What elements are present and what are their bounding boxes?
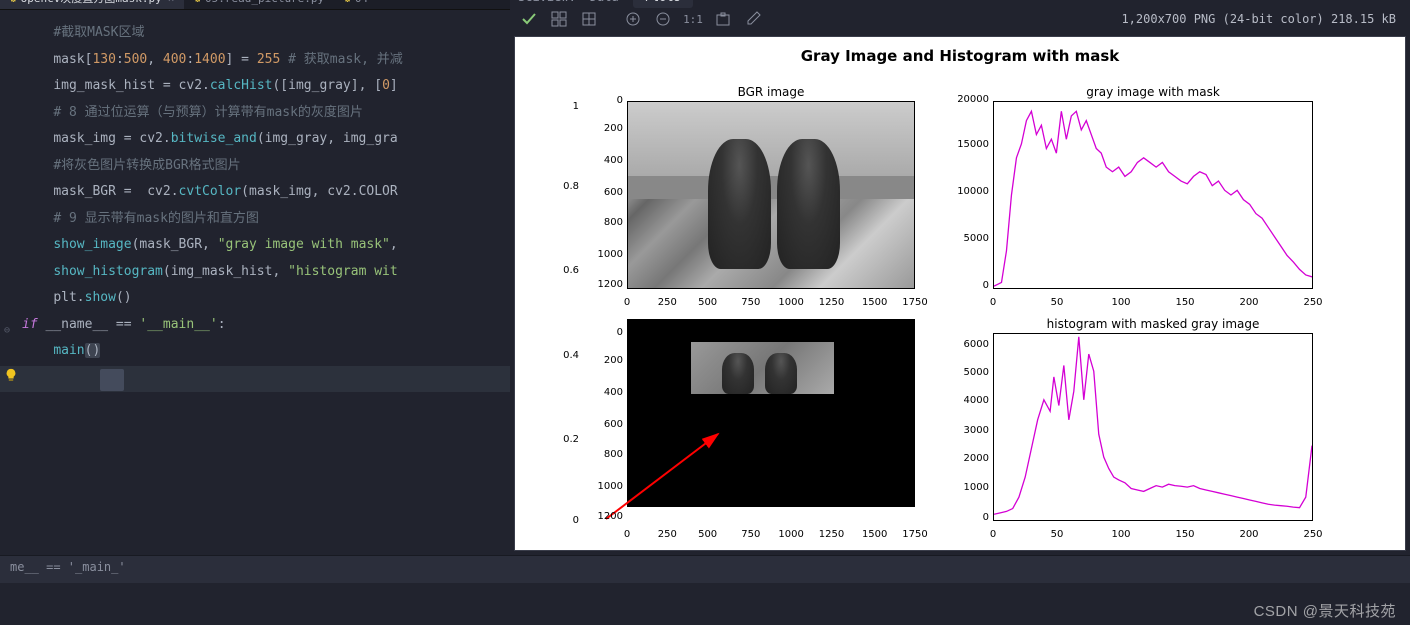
plot-canvas[interactable]: Gray Image and Histogram with mask 0 0.2… xyxy=(514,36,1406,551)
export-icon[interactable] xyxy=(712,8,734,30)
sciview-pane: SciView: Data Plots 1:1 1,200x700 PNG (2… xyxy=(510,0,1410,555)
fold-icon[interactable]: ⊖ xyxy=(4,318,10,345)
zoom-out-icon[interactable] xyxy=(652,8,674,30)
figure-title: Gray Image and Histogram with mask xyxy=(515,37,1405,65)
image-metadata: 1,200x700 PNG (24-bit color) 218.15 kB xyxy=(1121,12,1402,26)
apply-icon[interactable] xyxy=(518,8,540,30)
tab-file-0[interactable]: ⚙opencv灰度直方图mask.py× xyxy=(0,0,184,10)
python-icon: ⚙ xyxy=(10,0,17,10)
lightbulb-icon[interactable] xyxy=(4,368,18,382)
editor-tabs: ⚙opencv灰度直方图mask.py× ⚙05.read_picture.py… xyxy=(0,0,510,10)
subplot-title-3: histogram with masked gray image xyxy=(993,317,1313,331)
close-icon[interactable]: × xyxy=(168,0,175,10)
tab-file-2[interactable]: ⚙04 xyxy=(334,0,378,10)
editor-pane: ⚙opencv灰度直方图mask.py× ⚙05.read_picture.py… xyxy=(0,0,510,555)
tab-file-1[interactable]: ⚙05.read_picture.py xyxy=(184,0,334,10)
zoom-in-icon[interactable] xyxy=(622,8,644,30)
code-editor[interactable]: ⊖ #截取MASK区域 mask[130:500, 400:1400] = 25… xyxy=(0,10,510,365)
grid-icon[interactable] xyxy=(578,8,600,30)
plot-toolbar: 1:1 1,200x700 PNG (24-bit color) 218.15 … xyxy=(510,2,1410,36)
subplot-title-1: gray image with mask xyxy=(993,85,1313,99)
breadcrumb: me__ == '_main_' xyxy=(0,555,1410,583)
eyedropper-icon[interactable] xyxy=(742,8,764,30)
subplot-title-0: BGR image xyxy=(627,85,915,99)
fit-icon[interactable] xyxy=(548,8,570,30)
zoom-actual-icon[interactable]: 1:1 xyxy=(682,8,704,30)
watermark: CSDN @景天科技苑 xyxy=(1254,600,1396,621)
histogram-1 xyxy=(994,102,1312,288)
masked-image xyxy=(628,320,914,506)
python-icon: ⚙ xyxy=(344,0,351,10)
python-icon: ⚙ xyxy=(194,0,201,10)
bgr-image xyxy=(628,102,914,288)
histogram-2 xyxy=(994,334,1312,520)
